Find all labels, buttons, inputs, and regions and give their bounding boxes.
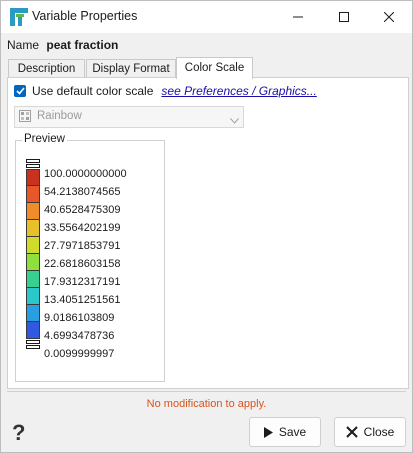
help-icon[interactable]: ?: [12, 420, 25, 446]
color-swatch: [26, 271, 40, 288]
color-swatch: [26, 237, 40, 254]
color-scale-panel: Use default color scale see Preferences …: [7, 77, 409, 389]
close-x-icon: [345, 426, 358, 438]
overflow-marker: [26, 159, 40, 163]
use-default-checkbox[interactable]: [14, 85, 26, 97]
close-icon: [384, 12, 394, 22]
palette-select[interactable]: Rainbow: [14, 106, 244, 128]
app-logo-icon: [10, 8, 28, 26]
play-icon: [263, 426, 273, 438]
scale-label: 9.0186103809: [44, 312, 115, 324]
minimize-button[interactable]: [275, 1, 321, 33]
palette-icon: [19, 110, 31, 125]
color-swatch: [26, 254, 40, 271]
palette-selected-value: Rainbow: [37, 110, 82, 122]
name-label: Name: [7, 38, 40, 52]
name-row: Name peat fraction: [7, 38, 118, 52]
use-default-label[interactable]: Use default color scale: [32, 84, 153, 98]
tab-display-format[interactable]: Display Format: [86, 59, 176, 78]
scale-label: 0.0099999997: [44, 348, 115, 360]
scale-label: 54.2138074565: [44, 186, 121, 198]
variable-properties-window: Variable Properties Name peat fraction D…: [0, 0, 413, 453]
underflow-marker: [26, 340, 40, 344]
preferences-link[interactable]: see Preferences / Graphics...: [161, 84, 316, 98]
scale-label: 27.7971853791: [44, 240, 121, 252]
scale-label: 40.6528475309: [44, 204, 121, 216]
divider: [7, 391, 406, 392]
maximize-icon: [339, 12, 349, 22]
color-swatch: [26, 169, 40, 186]
minimize-icon: [293, 16, 303, 18]
close-button[interactable]: Close: [334, 417, 406, 447]
scale-label: 33.5564202199: [44, 222, 121, 234]
color-swatch: [26, 305, 40, 322]
save-button[interactable]: Save: [249, 417, 321, 447]
close-window-button[interactable]: [366, 1, 412, 33]
scale-label: 100.0000000000: [44, 168, 127, 180]
tab-description[interactable]: Description: [8, 59, 85, 78]
checkmark-icon: [15, 87, 25, 95]
save-button-label: Save: [278, 425, 307, 439]
color-swatch: [26, 220, 40, 237]
scale-label: 4.6993478736: [44, 330, 115, 342]
color-swatch: [26, 203, 40, 220]
preview-group: Preview 100.0000000000 54.2138074565 40.…: [15, 133, 165, 382]
window-title: Variable Properties: [32, 9, 138, 23]
preview-title: Preview: [22, 133, 67, 145]
status-message: No modification to apply.: [146, 398, 267, 410]
color-swatch: [26, 288, 40, 305]
scale-label: 22.6818603158: [44, 258, 121, 270]
variable-name: peat fraction: [46, 38, 119, 52]
maximize-button[interactable]: [321, 1, 367, 33]
scale-label: 13.4051251561: [44, 294, 121, 306]
title-bar[interactable]: Variable Properties: [1, 1, 412, 33]
overflow-marker: [26, 164, 40, 168]
color-swatch: [26, 186, 40, 203]
scale-label: 17.9312317191: [44, 276, 121, 288]
use-default-row: Use default color scale see Preferences …: [14, 83, 317, 99]
close-button-label: Close: [363, 425, 395, 439]
underflow-marker: [26, 345, 40, 349]
color-swatch: [26, 322, 40, 339]
chevron-down-icon: [230, 113, 239, 127]
tab-color-scale[interactable]: Color Scale: [176, 57, 253, 79]
